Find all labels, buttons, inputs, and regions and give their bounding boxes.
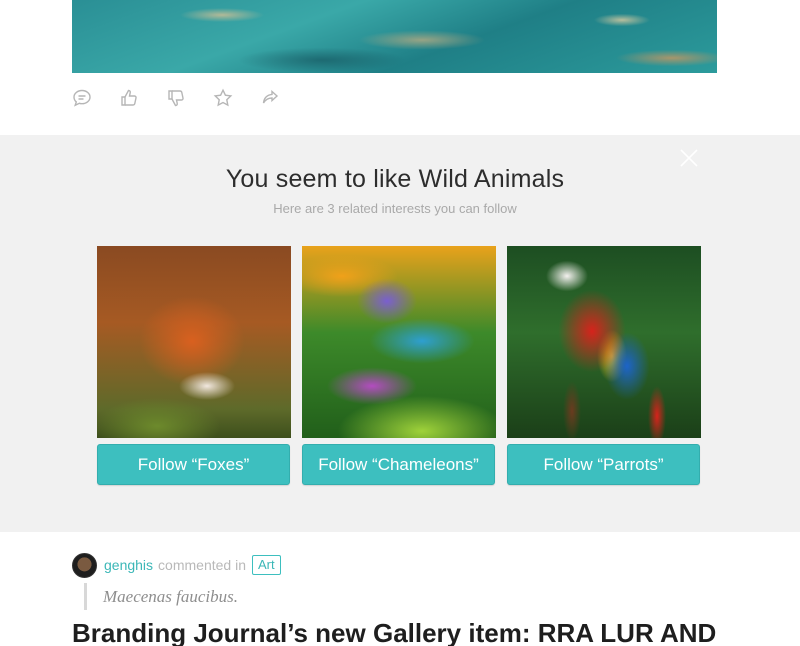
suggestion-subtitle: Here are 3 related interests you can fol…	[273, 201, 517, 216]
comment-icon[interactable]	[72, 88, 92, 108]
activity-line: genghis commented in Art	[72, 552, 772, 578]
thumbs-down-icon[interactable]	[166, 88, 186, 108]
chameleon-photo[interactable]	[302, 246, 496, 438]
follow-foxes-button[interactable]: Follow “Foxes”	[97, 444, 290, 485]
interest-suggestion-panel: You seem to like Wild Animals Here are 3…	[0, 135, 800, 532]
interest-card-parrots: Follow “Parrots”	[507, 246, 701, 485]
post-action-bar	[72, 88, 280, 110]
category-tag[interactable]: Art	[251, 555, 281, 575]
post-image[interactable]	[72, 0, 717, 73]
share-icon[interactable]	[260, 88, 280, 108]
follow-parrots-button[interactable]: Follow “Parrots”	[507, 444, 700, 485]
comment-quote: Maecenas faucibus.	[84, 583, 238, 610]
fox-photo[interactable]	[97, 246, 291, 438]
star-icon[interactable]	[213, 88, 233, 108]
comment-quote-text: Maecenas faucibus.	[103, 587, 239, 606]
interest-card-chameleons: Follow “Chameleons”	[302, 246, 496, 485]
parrot-photo[interactable]	[507, 246, 701, 438]
post-title-link[interactable]: Branding Journal’s new Gallery item: RRA…	[72, 618, 792, 646]
follow-chameleons-button[interactable]: Follow “Chameleons”	[302, 444, 495, 485]
activity-action-text: commented in	[158, 557, 246, 573]
avatar[interactable]	[72, 552, 97, 578]
username-link[interactable]: genghis	[104, 557, 153, 573]
thumbs-up-icon[interactable]	[119, 88, 139, 108]
interest-card-foxes: Follow “Foxes”	[97, 246, 291, 485]
suggestion-title: You seem to like Wild Animals	[225, 165, 565, 193]
